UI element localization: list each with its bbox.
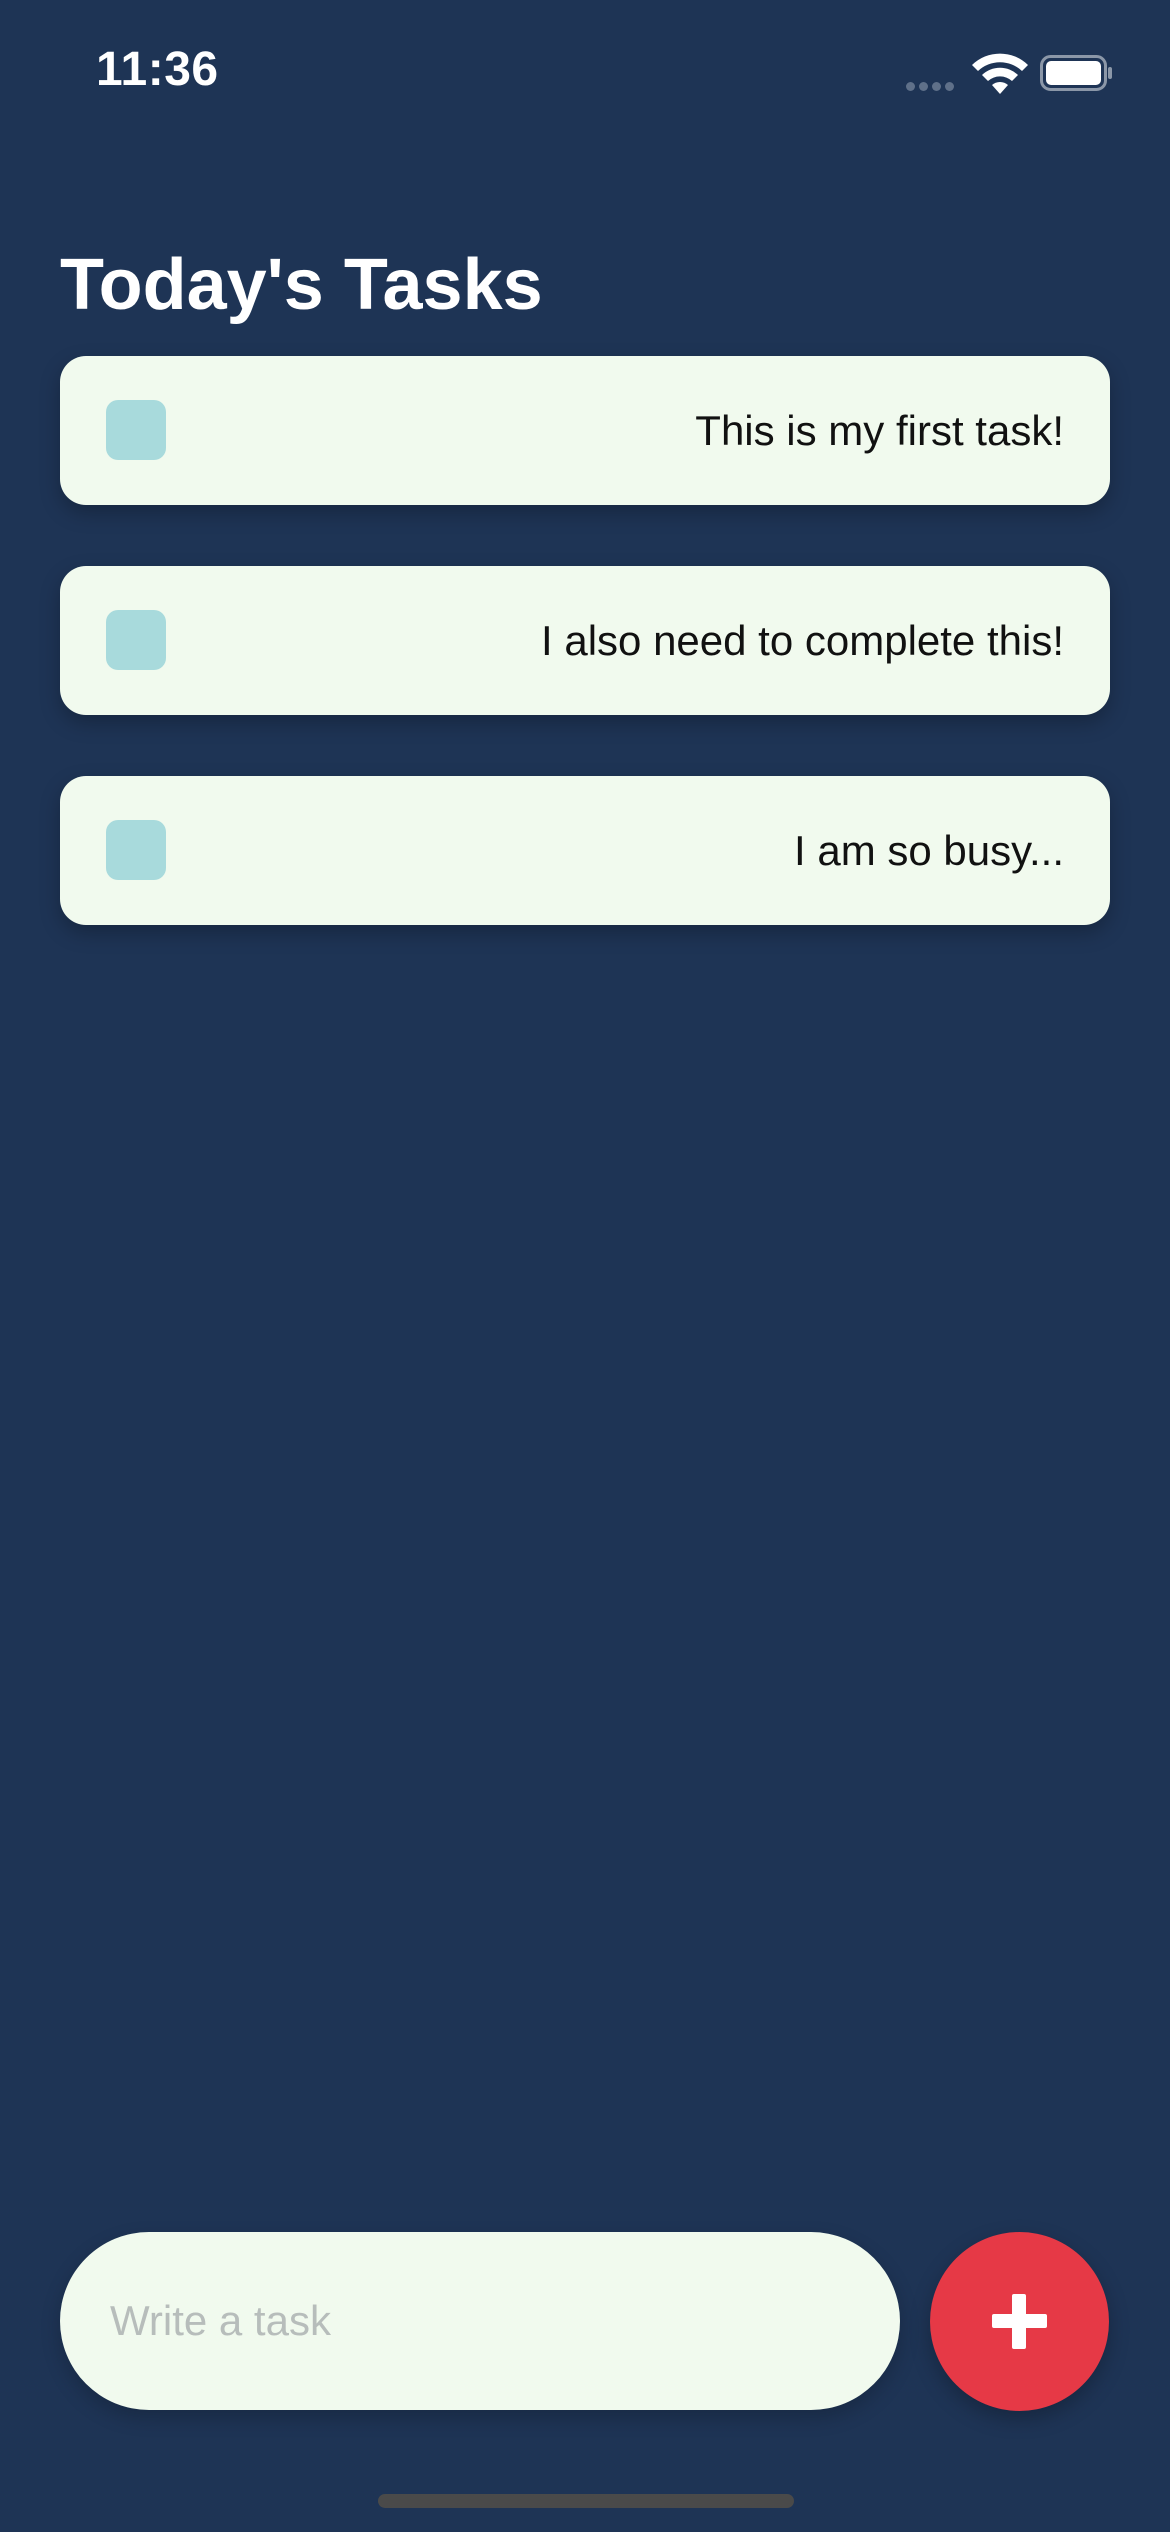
task-item[interactable]: I also need to complete this! (60, 566, 1110, 715)
task-list: This is my first task! I also need to co… (60, 356, 1110, 986)
task-checkbox[interactable] (106, 820, 166, 880)
cellular-signal-icon (906, 82, 956, 94)
status-bar: 11:36 (0, 0, 1170, 140)
home-indicator[interactable] (378, 2494, 794, 2508)
task-text: I also need to complete this! (541, 617, 1064, 664)
wifi-icon (972, 53, 1028, 94)
plus-icon (992, 2294, 1047, 2349)
task-checkbox[interactable] (106, 400, 166, 460)
task-text: I am so busy... (794, 827, 1064, 874)
task-item[interactable]: I am so busy... (60, 776, 1110, 925)
task-input[interactable] (110, 2232, 850, 2410)
status-time: 11:36 (96, 43, 219, 96)
task-item[interactable]: This is my first task! (60, 356, 1110, 505)
add-task-button[interactable] (930, 2232, 1109, 2411)
task-input-container (60, 2232, 900, 2410)
task-checkbox[interactable] (106, 610, 166, 670)
page-title: Today's Tasks (60, 245, 543, 325)
battery-icon (1040, 55, 1112, 91)
task-text: This is my first task! (695, 407, 1064, 454)
